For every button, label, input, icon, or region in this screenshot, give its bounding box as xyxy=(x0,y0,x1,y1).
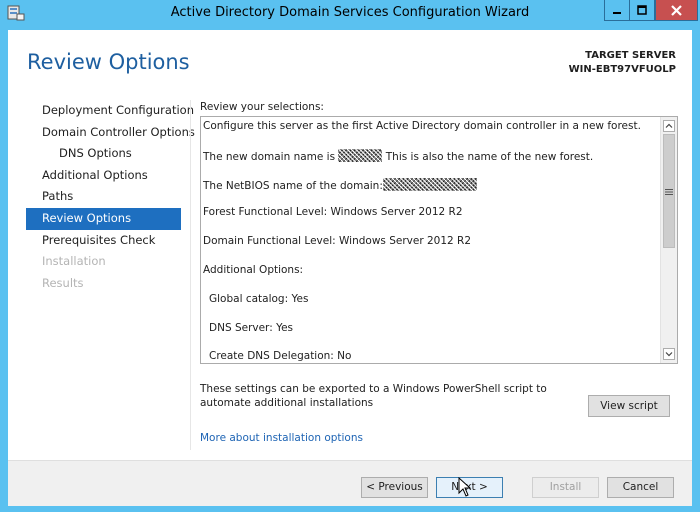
review-line-text: The new domain name is xyxy=(203,150,336,163)
review-label: Review your selections: xyxy=(200,101,324,113)
nav-item-review-options[interactable]: Review Options xyxy=(26,207,181,230)
view-script-button[interactable]: View script xyxy=(588,395,670,417)
nav-item-additional-options[interactable]: Additional Options xyxy=(26,165,181,187)
wizard-nav: Deployment Configuration Domain Controll… xyxy=(26,100,195,294)
review-line: Global catalog: Yes xyxy=(209,292,309,305)
review-line: Create DNS Delegation: No xyxy=(209,350,352,363)
review-line: DNS Server: Yes xyxy=(209,321,294,334)
nav-item-prerequisites-check[interactable]: Prerequisites Check xyxy=(26,230,181,252)
maximize-button[interactable] xyxy=(629,0,655,21)
nav-item-installation: Installation xyxy=(42,254,106,269)
wizard-client-area: Review Options TARGET SERVER WIN-EBT97VF… xyxy=(8,30,692,506)
export-description: These settings can be exported to a Wind… xyxy=(200,383,547,409)
scroll-thumb[interactable] xyxy=(663,134,675,248)
review-scrollbar[interactable] xyxy=(660,117,677,363)
previous-button[interactable]: < Previous xyxy=(361,477,428,498)
redacted-netbios-name xyxy=(382,177,477,191)
wizard-footer: < Previous Next > Install Cancel xyxy=(8,460,692,506)
target-server-name: WIN-EBT97VFUOLP xyxy=(568,64,676,75)
mouse-pointer-icon xyxy=(458,477,472,497)
chevron-up-icon xyxy=(665,123,673,128)
minimize-button[interactable] xyxy=(604,0,630,21)
nav-item-domain-controller-options[interactable]: Domain Controller Options xyxy=(26,122,195,144)
grip-icon xyxy=(665,188,673,195)
page-title: Review Options xyxy=(27,50,190,74)
cancel-button[interactable]: Cancel xyxy=(607,477,674,498)
maximize-icon xyxy=(637,5,647,15)
nav-divider xyxy=(190,100,191,450)
nav-item-paths[interactable]: Paths xyxy=(26,186,181,208)
review-line: Additional Options: xyxy=(203,263,304,276)
review-line-text: This is also the name of the new forest. xyxy=(385,150,594,163)
scroll-up-button[interactable] xyxy=(663,120,675,132)
review-line: Forest Functional Level: Windows Server … xyxy=(203,206,463,219)
install-button: Install xyxy=(532,477,599,498)
close-button[interactable] xyxy=(655,0,698,21)
review-line-text: The NetBIOS name of the domain: xyxy=(203,179,383,192)
minimize-icon xyxy=(613,12,621,14)
close-icon xyxy=(671,4,682,16)
review-selections-box[interactable]: Configure this server as the first Activ… xyxy=(200,116,678,364)
review-line-netbios: The NetBIOS name of the domain: xyxy=(203,177,657,207)
nav-item-deployment-configuration[interactable]: Deployment Configuration xyxy=(26,100,194,122)
window-title: Active Directory Domain Services Configu… xyxy=(170,5,530,20)
scroll-down-button[interactable] xyxy=(663,348,675,360)
review-line-domain-name: The new domain name is This is also the … xyxy=(203,148,657,178)
redacted-domain-name xyxy=(338,148,383,162)
wizard-window: Active Directory Domain Services Configu… xyxy=(0,0,700,512)
nav-item-results: Results xyxy=(42,275,84,290)
review-line: Configure this server as the first Activ… xyxy=(203,120,641,132)
nav-item-dns-options[interactable]: DNS Options xyxy=(26,143,181,165)
title-bar[interactable]: Active Directory Domain Services Configu… xyxy=(0,0,700,28)
more-about-installation-link[interactable]: More about installation options xyxy=(200,432,363,444)
review-content: Configure this server as the first Activ… xyxy=(201,117,659,363)
target-server-label: TARGET SERVER xyxy=(585,50,676,61)
review-line: Domain Functional Level: Windows Server … xyxy=(203,235,472,248)
chevron-down-icon xyxy=(665,352,673,357)
